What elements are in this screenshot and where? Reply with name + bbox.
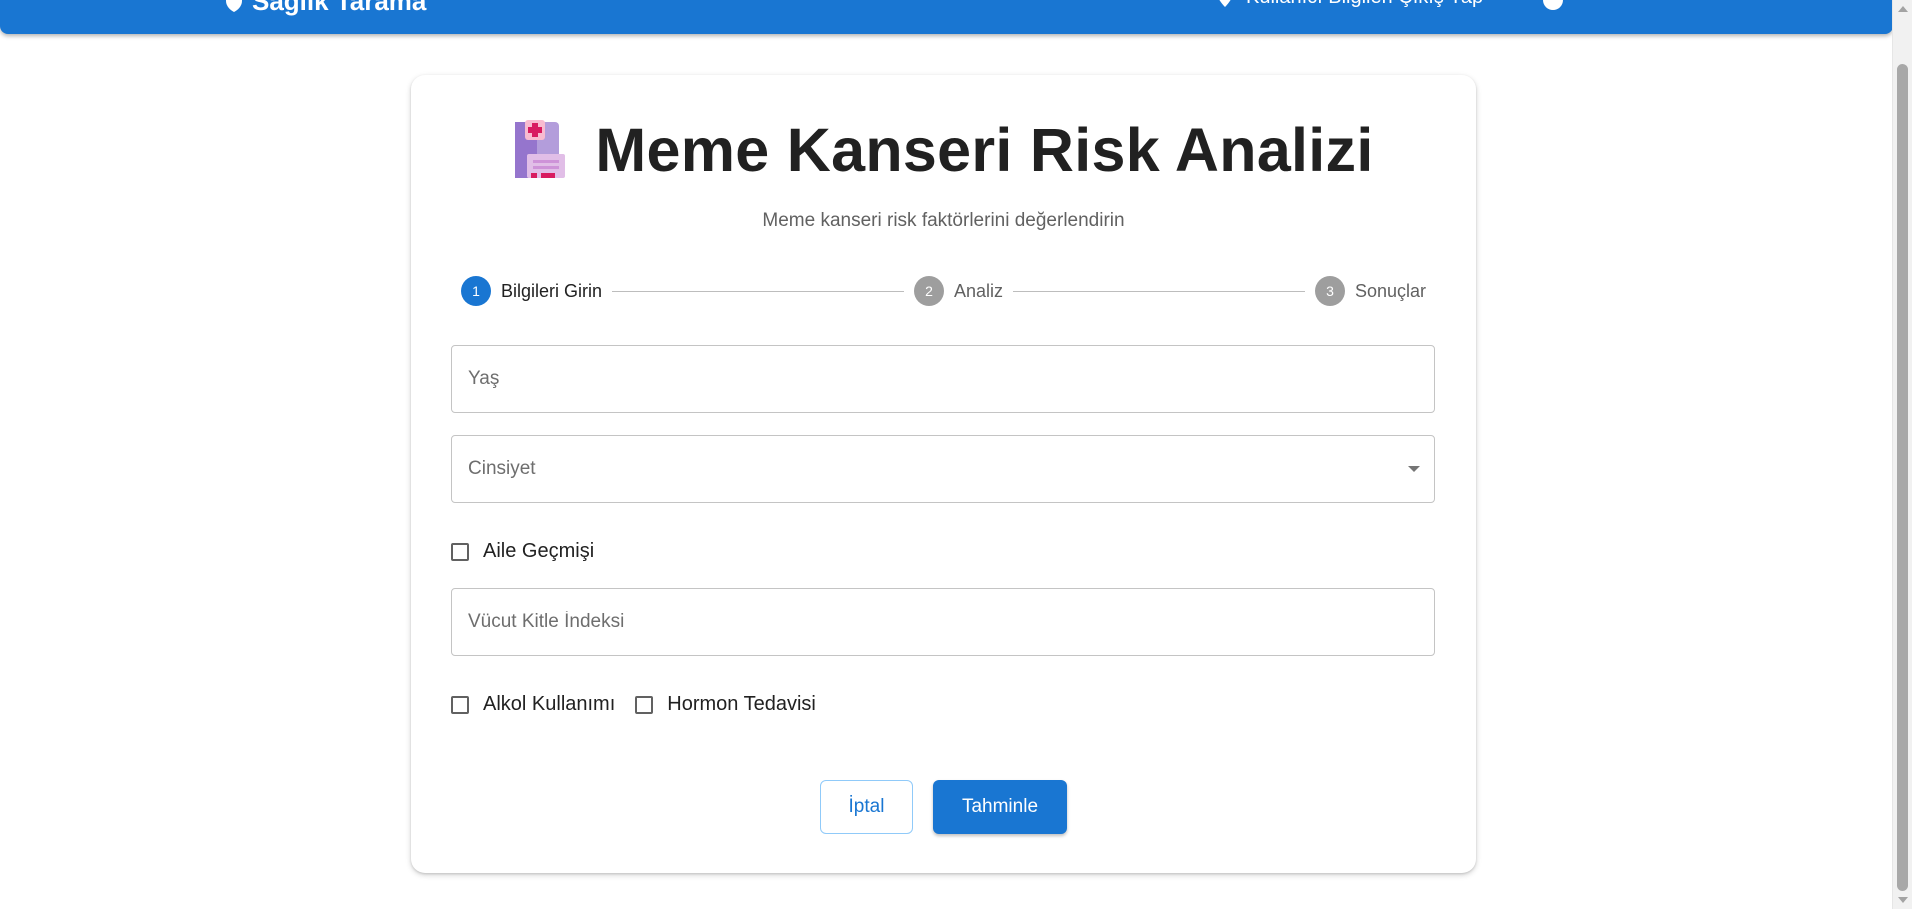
gender-select[interactable]: Cinsiyet xyxy=(451,435,1435,503)
page-title: Meme Kanseri Risk Analizi xyxy=(595,116,1374,184)
age-field xyxy=(451,345,1435,413)
family-history-label: Aile Geçmişi xyxy=(483,540,595,562)
step-label: Bilgileri Girin xyxy=(501,280,603,301)
app-bar-right[interactable]: Kullanıcı Bilgileri Çıkış Yap xyxy=(1218,0,1483,9)
checkbox-box[interactable] xyxy=(451,542,469,561)
cancel-button[interactable]: İptal xyxy=(820,780,913,834)
form-actions: İptal Tahminle xyxy=(411,780,1476,834)
shield-icon xyxy=(226,0,242,12)
alcohol-use-label: Alkol Kullanımı xyxy=(483,693,616,715)
chevron-down-icon xyxy=(1408,466,1420,472)
bmi-field xyxy=(451,588,1435,656)
checkbox-box[interactable] xyxy=(635,695,654,714)
age-input[interactable] xyxy=(452,346,1434,412)
title-row: Meme Kanseri Risk Analizi xyxy=(411,115,1476,185)
family-history-row: Aile Geçmişi xyxy=(451,540,594,563)
risk-analysis-card: Meme Kanseri Risk Analizi Meme kanseri r… xyxy=(411,75,1476,873)
app-bar-user-text: Kullanıcı Bilgileri Çıkış Yap xyxy=(1246,0,1483,9)
hormone-therapy-label: Hormon Tedavisi xyxy=(667,693,816,715)
gender-select-label: Cinsiyet xyxy=(468,458,536,479)
hospital-icon xyxy=(515,120,566,178)
step-analysis: 2 Analiz xyxy=(913,276,1004,306)
page-scrollbar[interactable] xyxy=(1892,0,1912,909)
scrollbar-thumb[interactable] xyxy=(1897,64,1908,891)
scroll-up-arrow-icon[interactable] xyxy=(1898,6,1908,12)
progress-stepper: 1 Bilgileri Girin 2 Analiz 3 Sonuçlar xyxy=(461,275,1426,307)
app-brand-label: Sağlık Tarama xyxy=(252,0,427,16)
step-number: 3 xyxy=(1314,276,1345,306)
step-label: Analiz xyxy=(953,280,1004,301)
checkbox-box[interactable] xyxy=(451,695,469,714)
app-bar: Sağlık Tarama Kullanıcı Bilgileri Çıkış … xyxy=(0,0,1893,34)
family-history-checkbox[interactable]: Aile Geçmişi xyxy=(451,540,594,563)
bmi-input[interactable] xyxy=(452,589,1434,655)
location-icon xyxy=(1219,0,1231,7)
scroll-down-arrow-icon[interactable] xyxy=(1898,897,1908,903)
step-connector xyxy=(612,290,904,292)
hormone-therapy-checkbox[interactable]: Hormon Tedavisi xyxy=(635,693,816,716)
predict-button[interactable]: Tahminle xyxy=(933,780,1067,834)
page-subtitle: Meme kanseri risk faktörlerini değerlend… xyxy=(762,210,1125,231)
step-connector xyxy=(1013,290,1305,292)
step-number: 2 xyxy=(913,276,944,306)
step-label: Sonuçlar xyxy=(1354,280,1427,301)
account-circle-icon[interactable] xyxy=(1543,0,1563,10)
step-results: 3 Sonuçlar xyxy=(1314,276,1427,306)
step-enter-info: 1 Bilgileri Girin xyxy=(461,276,602,306)
app-brand[interactable]: Sağlık Tarama xyxy=(226,0,426,17)
alcohol-use-checkbox[interactable]: Alkol Kullanımı xyxy=(451,693,615,716)
step-number: 1 xyxy=(461,276,491,306)
lifestyle-checkbox-row: Alkol Kullanımı Hormon Tedavisi xyxy=(451,693,816,716)
